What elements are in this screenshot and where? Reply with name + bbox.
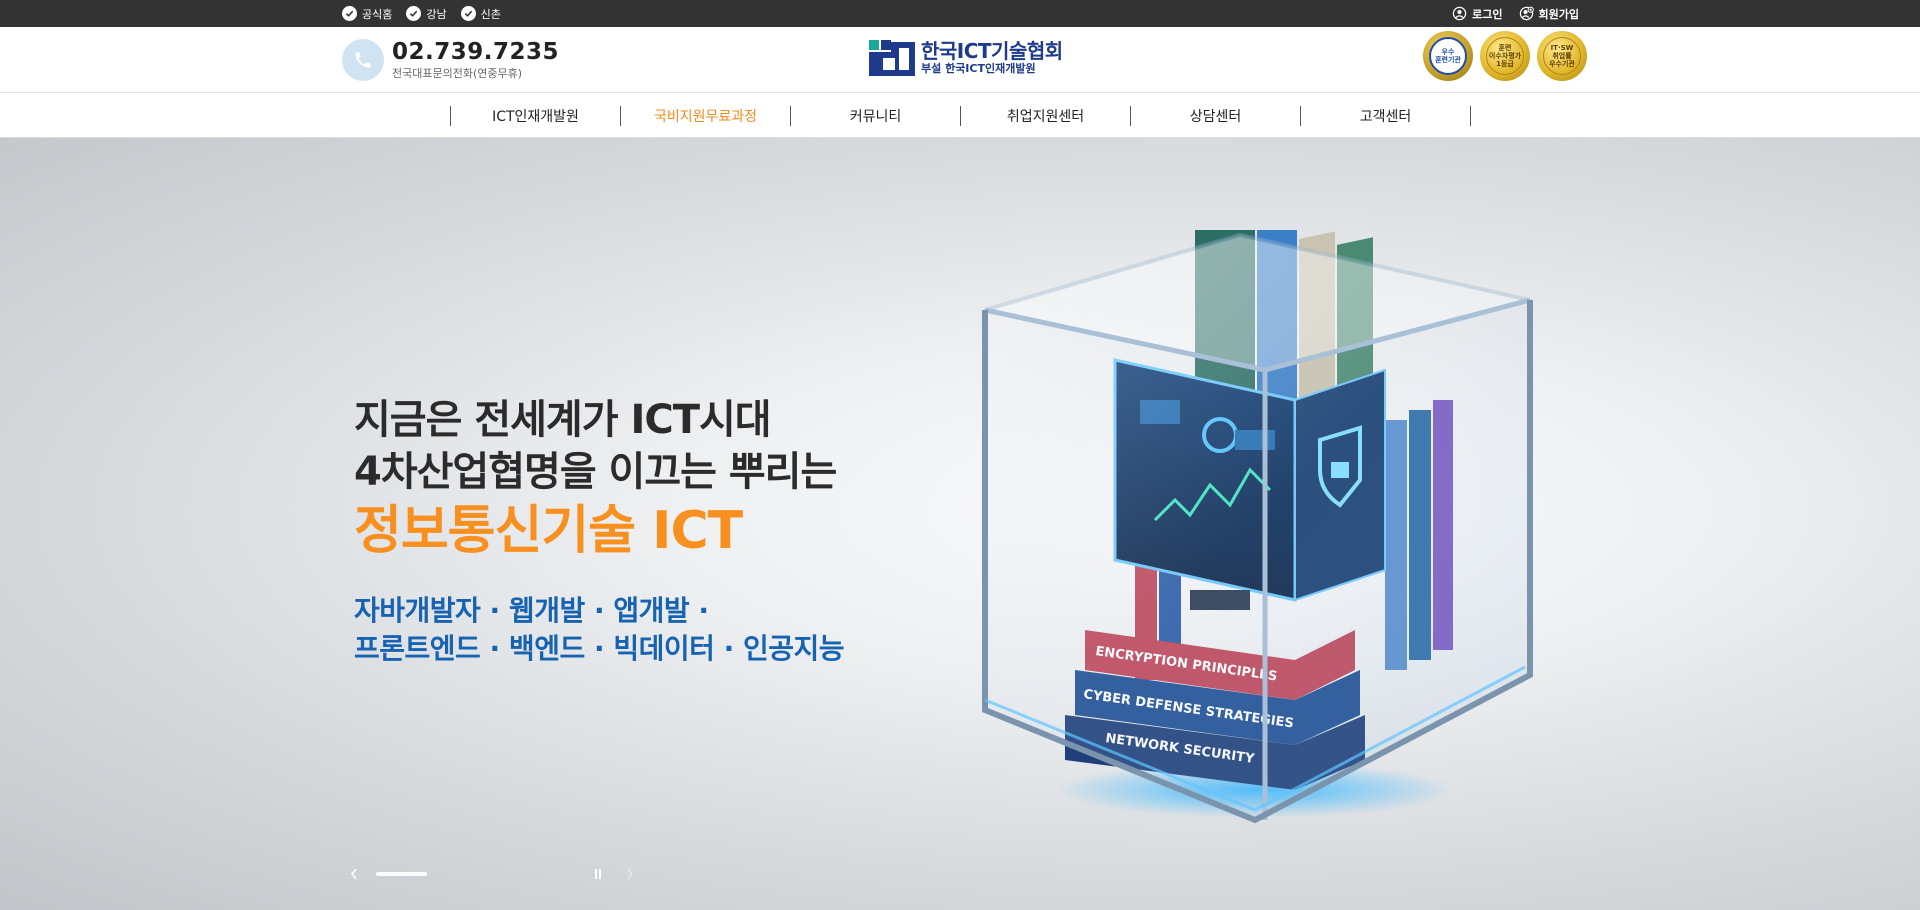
site-logo[interactable]: 한국ICT기술협회 부설 한국ICT인재개발원 <box>869 40 1063 76</box>
user-plus-icon <box>1519 6 1534 21</box>
branch-label: 신촌 <box>480 7 501 21</box>
pause-slider-button[interactable] <box>588 864 608 884</box>
chevron-left-icon <box>350 868 357 880</box>
badge-evaluation-grade: 훈련 이수자평가 1등급 <box>1480 31 1530 81</box>
nav-divider <box>1470 105 1471 126</box>
hero-headline-line1: 지금은 전세계가 ICT시대 <box>354 397 772 443</box>
nav-list: ICT인재개발원 국비지원무료과정 커뮤니티 취업지원센터 상담센터 고객센터 <box>450 93 1471 138</box>
pause-icon <box>595 869 601 879</box>
hero-subline-2: 프론트엔드 · 백엔드 · 빅데이터 · 인공지능 <box>354 632 845 665</box>
hero-headline-line2: 4차산업협명을 이끄는 뿌리는 <box>354 449 837 495</box>
next-slide-button[interactable] <box>620 864 640 884</box>
chevron-right-icon <box>627 868 634 880</box>
main-navigation: ICT인재개발원 국비지원무료과정 커뮤니티 취업지원센터 상담센터 고객센터 <box>0 93 1920 138</box>
top-utility-bar: 공식홈 강남 신촌 로그인 회원가입 <box>0 0 1920 27</box>
slider-progress-fill <box>376 872 427 876</box>
prev-slide-button[interactable] <box>344 864 364 884</box>
account-links: 로그인 회원가입 <box>1452 0 1579 27</box>
phone-caption: 전국대표문의전화(연중무휴) <box>392 66 523 80</box>
check-circle-icon <box>460 6 476 21</box>
glass-cube <box>982 232 1533 824</box>
hero-sublines: 자바개발자 · 웹개발 · 앱개발 · 프론트엔드 · 백엔드 · 빅데이터 ·… <box>354 592 845 668</box>
hero-slider: 지금은 전세계가 ICT시대 4차산업협명을 이끄는 뿌리는 정보통신기술 IC… <box>0 138 1920 910</box>
logo-mark-icon <box>869 40 915 76</box>
hero-glass-cube-illustration: ENCRYPTION PRINCIPLES CYBER DEFENSE STRA… <box>982 230 1533 824</box>
branch-label: 강남 <box>426 7 447 21</box>
phone-icon <box>342 39 384 81</box>
phone-number: 02.739.7235 <box>392 38 560 65</box>
phone-text: 02.739.7235 전국대표문의전화(연중무휴) <box>392 38 560 81</box>
hero-headline-accent: 정보통신기술 ICT <box>354 501 743 561</box>
hero-text: 지금은 전세계가 ICT시대 4차산업협명을 이끄는 뿌리는 정보통신기술 IC… <box>354 394 845 668</box>
nav-item-community[interactable]: 커뮤니티 <box>791 106 960 126</box>
badge-text: 훈련 이수자평가 1등급 <box>1486 37 1524 75</box>
badge-text: 우수 훈련기관 <box>1429 37 1467 75</box>
branch-link-sinchon[interactable]: 신촌 <box>460 6 501 22</box>
check-circle-icon <box>406 6 422 21</box>
certification-badges: 우수 훈련기관 훈련 이수자평가 1등급 IT·SW 취업률 우수기관 <box>1423 31 1587 81</box>
login-link[interactable]: 로그인 <box>1452 6 1503 22</box>
badge-excellent-training: 우수 훈련기관 <box>1423 31 1473 81</box>
logo-title: 한국ICT기술협회 <box>921 39 1063 63</box>
badge-employment-rate: IT·SW 취업률 우수기관 <box>1537 31 1587 81</box>
check-circle-icon <box>342 6 357 21</box>
phone-block[interactable]: 02.739.7235 전국대표문의전화(연중무휴) <box>342 39 559 81</box>
signup-label: 회원가입 <box>1538 7 1579 21</box>
login-label: 로그인 <box>1472 7 1503 21</box>
slider-controls <box>344 864 640 884</box>
nav-item-free-courses[interactable]: 국비지원무료과정 <box>621 106 790 126</box>
slider-progress <box>376 872 572 876</box>
nav-item-consulting[interactable]: 상담센터 <box>1131 106 1300 126</box>
nav-item-job-support[interactable]: 취업지원센터 <box>961 106 1130 126</box>
branch-link-official-home[interactable]: 공식홈 <box>342 6 392 22</box>
nav-item-customer-center[interactable]: 고객센터 <box>1301 106 1470 126</box>
logo-subtitle: 부설 한국ICT인재개발원 <box>921 62 1036 75</box>
branch-label: 공식홈 <box>362 7 393 21</box>
badge-text: IT·SW 취업률 우수기관 <box>1543 37 1581 75</box>
site-header: 02.739.7235 전국대표문의전화(연중무휴) 한국ICT기술협회 부설 … <box>0 27 1920 93</box>
branch-links: 공식홈 강남 신촌 <box>342 0 501 27</box>
branch-link-gangnam[interactable]: 강남 <box>406 6 447 22</box>
hero-subline-1: 자바개발자 · 웹개발 · 앱개발 · <box>354 594 709 627</box>
logo-text: 한국ICT기술협회 부설 한국ICT인재개발원 <box>921 40 1063 76</box>
nav-item-ict-institute[interactable]: ICT인재개발원 <box>451 106 620 126</box>
user-icon <box>1452 6 1467 21</box>
signup-link[interactable]: 회원가입 <box>1519 6 1579 22</box>
